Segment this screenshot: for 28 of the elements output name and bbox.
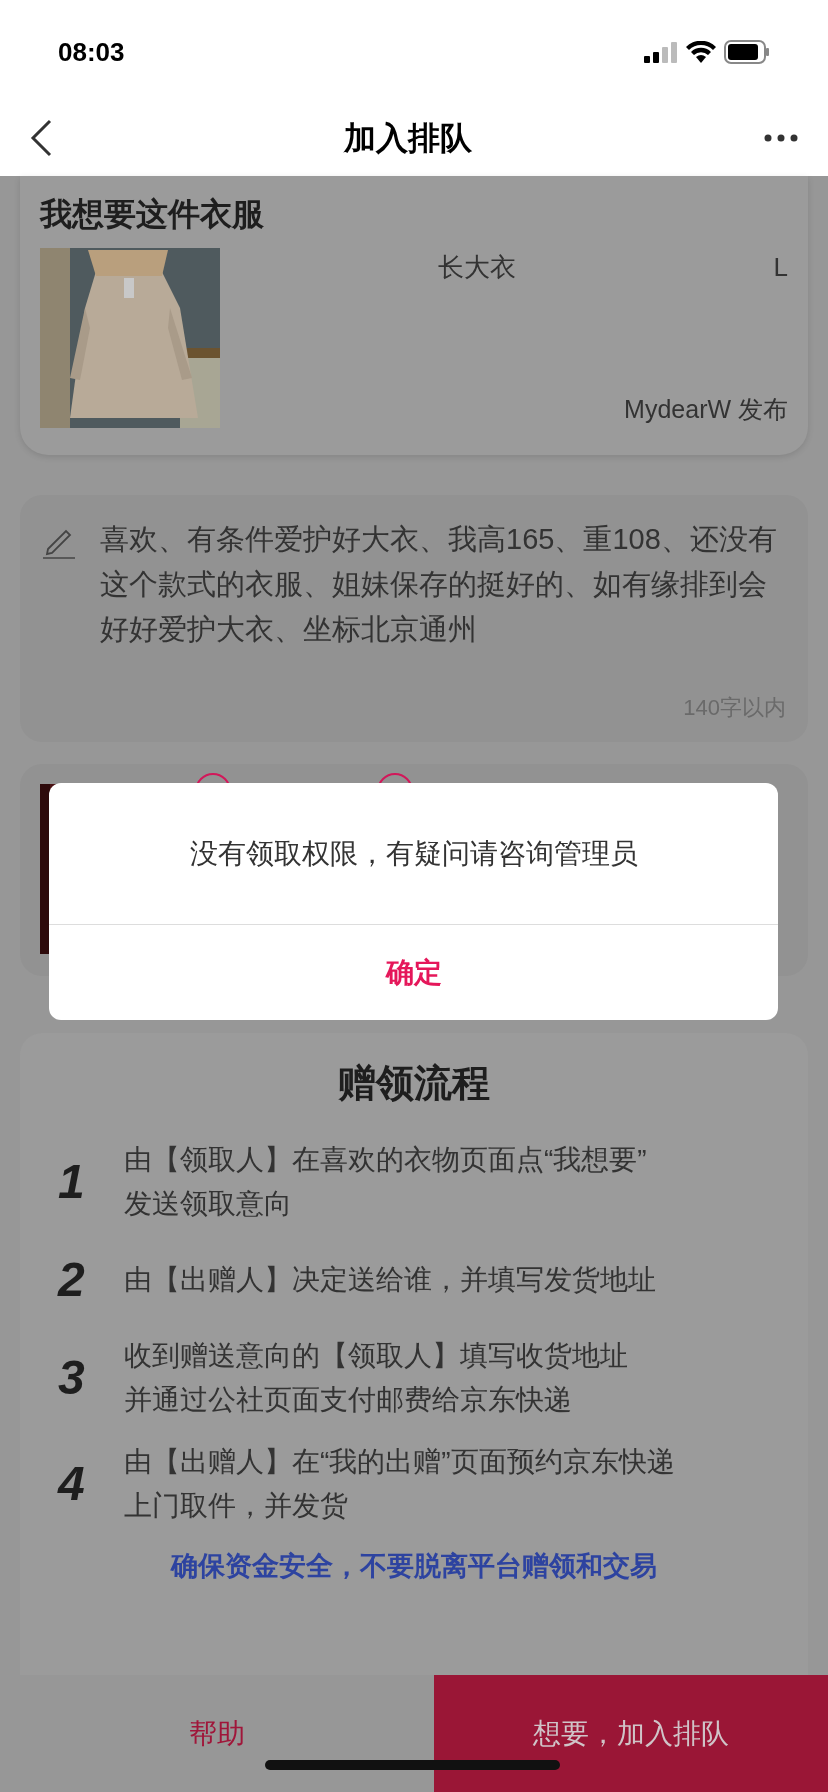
alert-message: 没有领取权限，有疑问请咨询管理员: [189, 836, 638, 871]
battery-icon: [724, 40, 770, 64]
safety-warning: 确保资金安全，不要脱离平台赠领和交易: [171, 1550, 657, 1583]
item-heading: 我想要这件衣服: [40, 195, 265, 234]
note-text: 喜欢、有条件爱护好大衣、我高165、重108、还没有这个款式的衣服、姐妹保存的挺好的、如有缘排到会好好爱护大衣、坐标北京通州: [100, 522, 778, 647]
page-title: 加入排队: [344, 119, 472, 158]
step-text: 上门取件，并发货: [124, 1489, 348, 1523]
publisher-label: MydearW 发布: [624, 394, 788, 425]
step-text: 由【出赠人】决定送给谁，并填写发货地址: [124, 1263, 656, 1297]
status-time: 08:03: [58, 35, 125, 69]
more-icon[interactable]: [764, 134, 798, 142]
back-icon[interactable]: [30, 119, 52, 157]
step-number: 1: [58, 1154, 86, 1210]
confirm-button[interactable]: 确定: [49, 925, 778, 1020]
step-text: 发送领取意向: [124, 1187, 292, 1221]
step-text: 并通过公社页面支付邮费给京东快递: [124, 1383, 572, 1417]
item-size: L: [773, 251, 788, 284]
wifi-icon: [686, 41, 716, 63]
join-queue-button[interactable]: 想要，加入排队: [434, 1675, 828, 1792]
process-title: 赠领流程: [338, 1061, 490, 1106]
step-text: 收到赠送意向的【领取人】填写收货地址: [124, 1339, 628, 1373]
step-text: 由【出赠人】在“我的出赠”页面预约京东快递: [124, 1445, 675, 1479]
step-text: 由【领取人】在喜欢的衣物页面点“我想要”: [124, 1143, 647, 1177]
step-number: 4: [58, 1456, 86, 1512]
step-number: 2: [58, 1252, 86, 1308]
signal-icon: [644, 41, 678, 63]
step-number: 3: [58, 1350, 86, 1406]
item-name: 长大衣: [438, 251, 516, 284]
